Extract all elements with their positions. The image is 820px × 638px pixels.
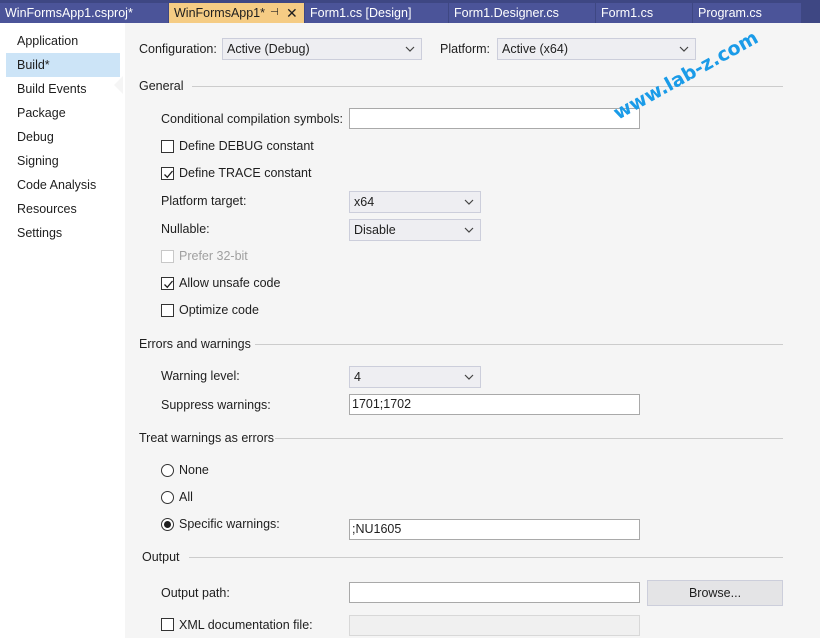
radio-none-label: None: [179, 463, 209, 477]
define-trace-checkbox[interactable]: [161, 167, 174, 180]
nav-item-code-analysis[interactable]: Code Analysis: [6, 173, 120, 197]
tab-label: WinFormsApp1.csproj*: [5, 6, 133, 20]
chevron-down-icon: [405, 46, 415, 52]
document-tab-bar: WinFormsApp1.csproj* WinFormsApp1* ⊣ ✕ F…: [0, 0, 820, 23]
configuration-value: Active (Debug): [227, 42, 310, 56]
tab-label: Form1.Designer.cs: [454, 6, 559, 20]
define-trace-label: Define TRACE constant: [179, 166, 312, 180]
configuration-label: Configuration:: [139, 42, 217, 56]
tab-label: Form1.cs [Design]: [310, 6, 412, 20]
tab-label: WinFormsApp1*: [174, 6, 265, 20]
nav-item-settings[interactable]: Settings: [6, 221, 120, 245]
radio-all-label: All: [179, 490, 193, 504]
platform-value: Active (x64): [502, 42, 568, 56]
radio-specific[interactable]: [161, 518, 174, 531]
tab-form1-designer[interactable]: Form1.Designer.cs: [449, 3, 595, 23]
platform-target-label: Platform target:: [161, 194, 247, 208]
nullable-combo[interactable]: Disable: [349, 219, 481, 241]
chevron-down-icon: [464, 199, 474, 205]
close-icon[interactable]: ✕: [286, 3, 298, 23]
chevron-down-icon: [464, 374, 474, 380]
tab-program-cs[interactable]: Program.cs: [693, 3, 801, 23]
prefer-32bit-checkbox: [161, 250, 174, 263]
platform-target-combo[interactable]: x64: [349, 191, 481, 213]
pin-icon[interactable]: ⊣: [270, 3, 279, 23]
tab-label: Program.cs: [698, 6, 762, 20]
nav-item-build[interactable]: Build*: [6, 53, 120, 77]
define-debug-checkbox[interactable]: [161, 140, 174, 153]
suppress-warnings-label: Suppress warnings:: [161, 398, 271, 412]
prefer-32bit-label: Prefer 32-bit: [179, 249, 248, 263]
configuration-combo[interactable]: Active (Debug): [222, 38, 422, 60]
optimize-label: Optimize code: [179, 303, 259, 317]
browse-button[interactable]: Browse...: [647, 580, 783, 606]
nav-item-build-events[interactable]: Build Events: [6, 77, 120, 101]
tab-form1-cs[interactable]: Form1.cs: [596, 3, 692, 23]
section-divider: [255, 344, 783, 345]
section-errors-warnings: Errors and warnings: [139, 337, 251, 351]
cond-symbols-label: Conditional compilation symbols:: [161, 112, 344, 126]
nav-item-application[interactable]: Application: [6, 29, 120, 53]
section-output: Output: [142, 550, 180, 564]
optimize-checkbox[interactable]: [161, 304, 174, 317]
output-path-input[interactable]: [349, 582, 640, 603]
chevron-down-icon: [464, 227, 474, 233]
radio-all[interactable]: [161, 491, 174, 504]
nav-item-signing[interactable]: Signing: [6, 149, 120, 173]
warning-level-label: Warning level:: [161, 369, 240, 383]
allow-unsafe-label: Allow unsafe code: [179, 276, 281, 290]
radio-none[interactable]: [161, 464, 174, 477]
xml-doc-checkbox[interactable]: [161, 618, 174, 631]
section-divider: [189, 557, 783, 558]
radio-selected-dot: [164, 521, 171, 528]
section-treat-warnings: Treat warnings as errors: [139, 431, 274, 445]
allow-unsafe-checkbox[interactable]: [161, 277, 174, 290]
warning-level-combo[interactable]: 4: [349, 366, 481, 388]
tab-csproj[interactable]: WinFormsApp1.csproj*: [0, 3, 168, 23]
nav-item-package[interactable]: Package: [6, 101, 120, 125]
nullable-value: Disable: [354, 223, 396, 237]
xml-doc-input: [349, 615, 640, 636]
radio-specific-label: Specific warnings:: [179, 517, 280, 531]
checkmark-icon: [164, 280, 174, 289]
define-debug-label: Define DEBUG constant: [179, 139, 314, 153]
output-path-label: Output path:: [161, 586, 230, 600]
watermark-text: www.lab-z.com: [612, 27, 762, 124]
watermark-logo: www.lab-z.com: [612, 27, 762, 124]
xml-doc-label: XML documentation file:: [179, 618, 313, 632]
tab-project-properties[interactable]: WinFormsApp1* ⊣ ✕: [169, 3, 304, 23]
section-divider: [275, 438, 783, 439]
nav-item-debug[interactable]: Debug: [6, 125, 120, 149]
platform-label: Platform:: [440, 42, 491, 56]
nav-item-resources[interactable]: Resources: [6, 197, 120, 221]
tab-label: Form1.cs: [601, 6, 654, 20]
cond-symbols-input[interactable]: [349, 108, 640, 129]
suppress-warnings-input[interactable]: 1701;1702: [349, 394, 640, 415]
section-general: General: [139, 79, 184, 93]
platform-target-value: x64: [354, 195, 375, 209]
specific-warnings-input[interactable]: ;NU1605: [349, 519, 640, 540]
checkmark-icon: [164, 170, 174, 179]
warning-level-value: 4: [354, 370, 361, 384]
nullable-label: Nullable:: [161, 222, 210, 236]
tab-form1-design[interactable]: Form1.cs [Design]: [305, 3, 448, 23]
selection-pointer: [114, 76, 123, 94]
property-page-nav: Application Build* Build Events Package …: [0, 23, 125, 638]
